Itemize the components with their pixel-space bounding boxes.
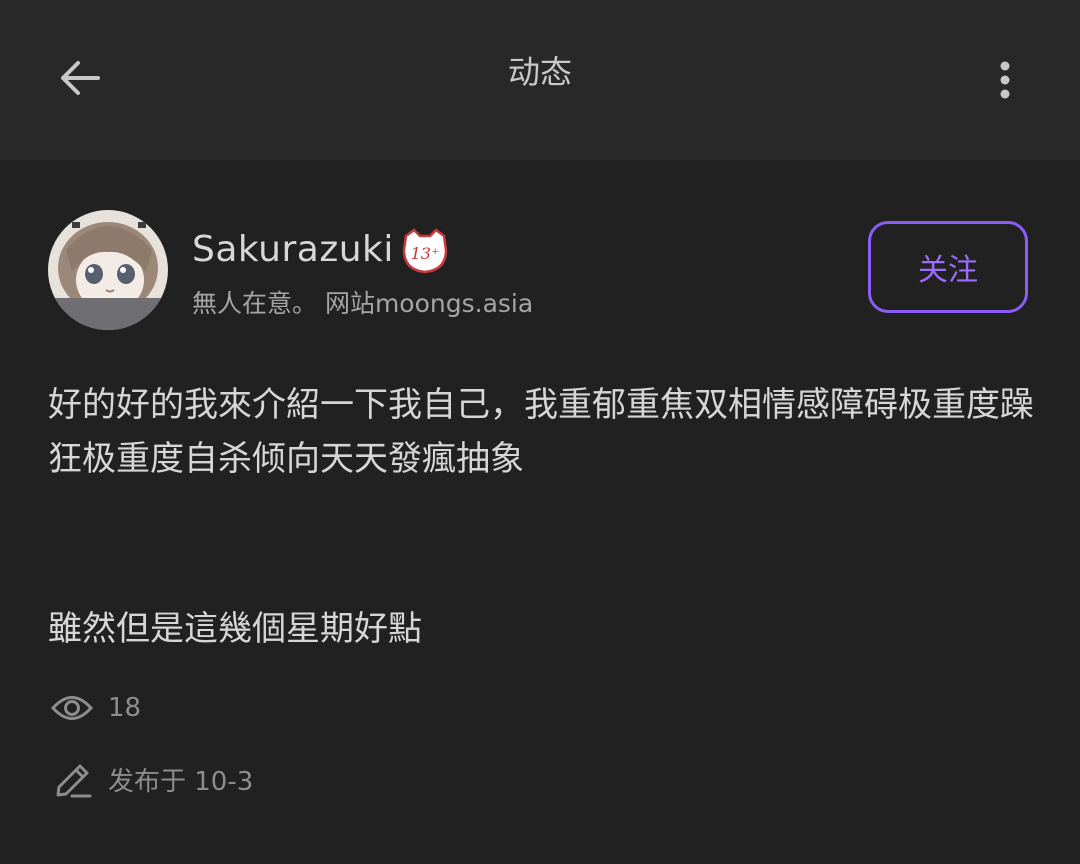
avatar[interactable] <box>48 210 168 330</box>
follow-button[interactable]: 关注 <box>868 221 1028 313</box>
publish-date: 发布于 10-3 <box>48 757 253 801</box>
post-paragraph-1: 好的好的我來介紹一下我自己，我重郁重焦双相情感障碍极重度躁狂极重度自杀倾向天天發… <box>48 385 1034 479</box>
page-title: 动态 <box>507 53 572 91</box>
age-rating-badge-icon: 13⁺ <box>402 228 448 274</box>
more-options-button[interactable] <box>980 50 1030 110</box>
author-name[interactable]: Sakurazuki <box>192 226 394 274</box>
view-count: 18 <box>48 686 141 730</box>
publish-date-text: 发布于 10-3 <box>108 766 254 797</box>
svg-text:13⁺: 13⁺ <box>411 244 440 263</box>
view-count-value: 18 <box>108 693 142 723</box>
avatar-anime-girl-icon <box>48 210 168 330</box>
age-badge: 13⁺ <box>400 226 450 276</box>
post-detail-screen: 动态 Sakurazuki 13⁺ 無人在意。 网站moongs.asia 关注… <box>0 0 1080 864</box>
author-bio: 無人在意。 网站moongs.asia <box>192 289 534 318</box>
post-paragraph-2: 雖然但是這幾個星期好點 <box>48 609 422 649</box>
pencil-icon <box>48 757 96 801</box>
eye-icon <box>48 686 96 730</box>
post-content: 好的好的我來介紹一下我自己，我重郁重焦双相情感障碍极重度躁狂极重度自杀倾向天天發… <box>48 378 1038 656</box>
top-app-bar: 动态 <box>0 0 1080 160</box>
more-vertical-icon <box>1000 61 1010 99</box>
